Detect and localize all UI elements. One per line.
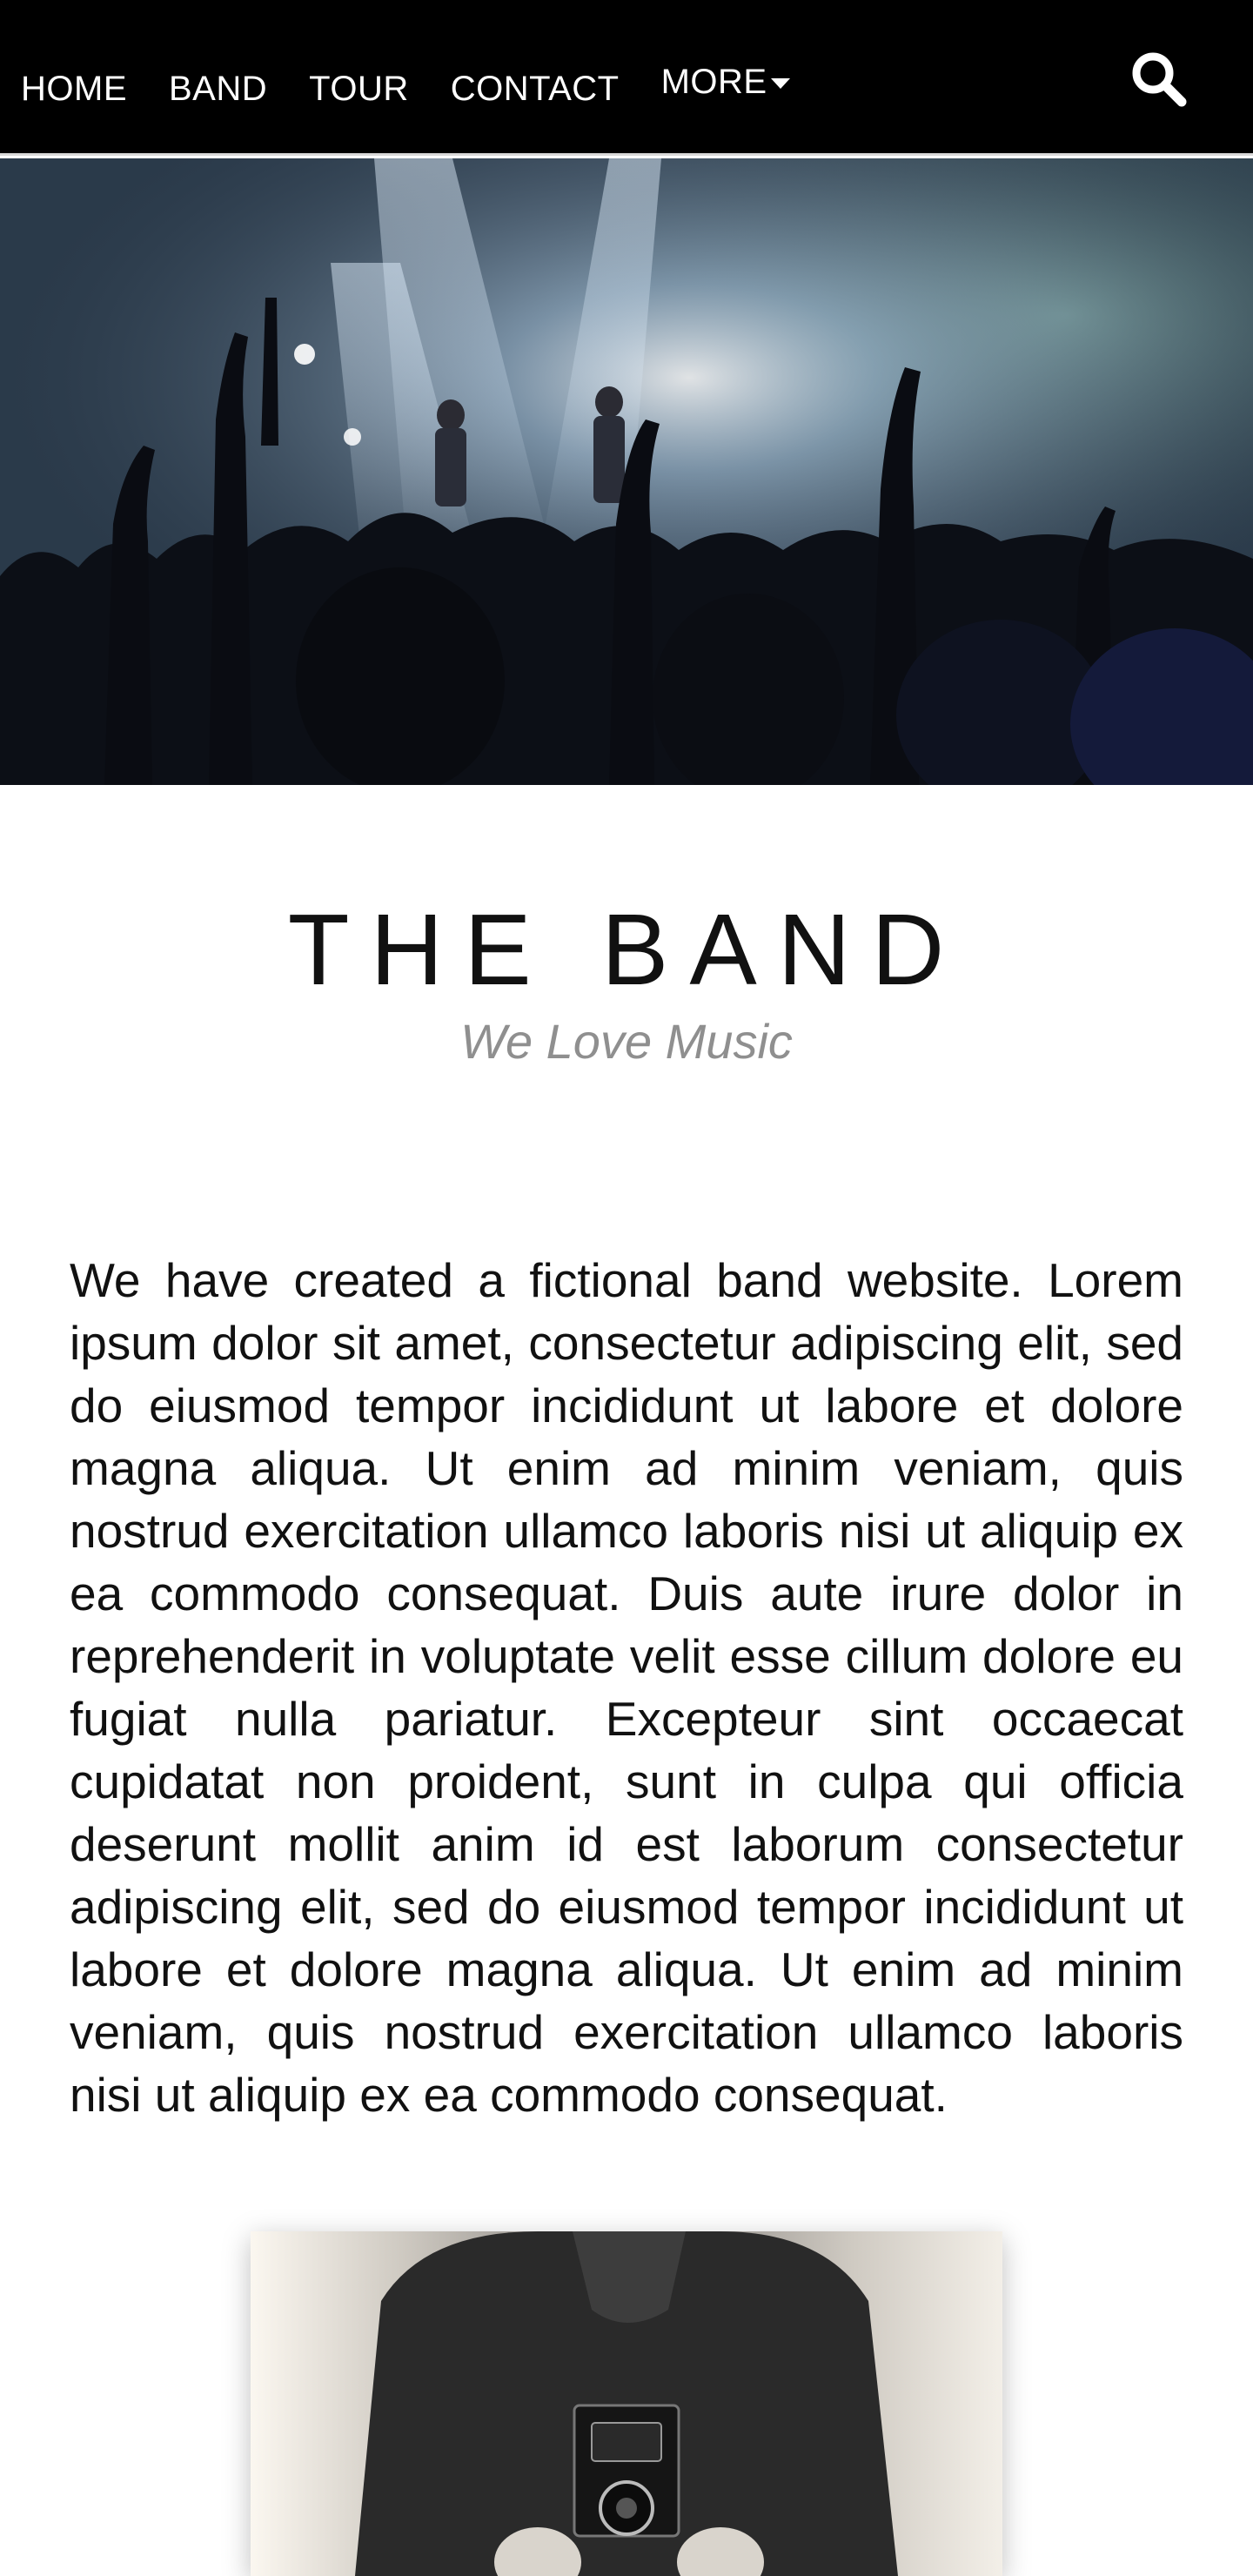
nav-item-more-label: MORE [660, 62, 767, 101]
nav-item-contact[interactable]: CONTACT [430, 71, 640, 106]
search-icon [1132, 52, 1187, 107]
nav-item-band[interactable]: BAND [148, 71, 288, 106]
search-button[interactable] [1129, 50, 1187, 107]
nav-item-home[interactable]: HOME [0, 71, 148, 106]
band-section-subtitle: We Love Music [460, 1014, 793, 1069]
hero-concert-image [0, 158, 1253, 785]
nav-links: HOME BAND TOUR CONTACT MORE [0, 0, 811, 156]
nav-item-more-dropdown[interactable]: MORE [640, 64, 811, 99]
band-description: We have created a fictional band website… [70, 1253, 1183, 2122]
nav-item-tour[interactable]: TOUR [288, 71, 430, 106]
caret-down-icon [770, 77, 790, 89]
top-navbar: HOME BAND TOUR CONTACT MORE [0, 0, 1253, 156]
concert-crowd-illustration [0, 158, 1253, 785]
band-section-title: THE BAND [287, 893, 966, 1006]
photographer-illustration [251, 2231, 1002, 2576]
band-member-photo [251, 2231, 1002, 2576]
